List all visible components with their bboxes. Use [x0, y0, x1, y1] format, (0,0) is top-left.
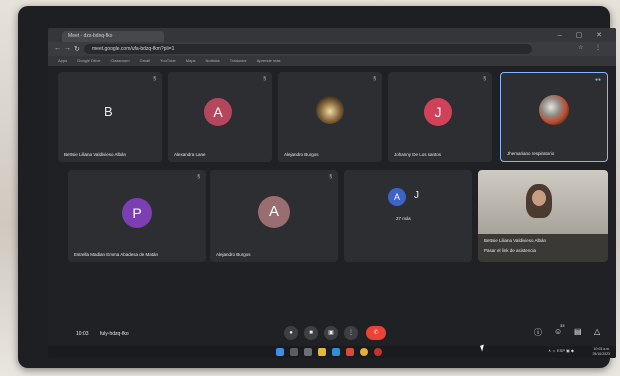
- avatar-letter: B: [104, 104, 113, 119]
- address-bar[interactable]: meet.google.com/ufa-bdzq-fkm?pli=1: [84, 44, 532, 54]
- bookmark-item[interactable]: Noticias: [206, 56, 220, 66]
- others-tile[interactable]: A J 27 más: [344, 170, 472, 262]
- start-icon[interactable]: [276, 348, 284, 356]
- participant-name: Alejandro Burgos: [284, 152, 319, 157]
- reload-icon[interactable]: ↻: [74, 45, 80, 53]
- profile-photo-avatar: [539, 95, 569, 125]
- bookmark-item[interactable]: YouTube: [160, 56, 176, 66]
- avatar: P: [122, 198, 152, 228]
- profile-photo-avatar: [316, 96, 344, 124]
- speaking-indicator-icon: ●●: [594, 77, 601, 83]
- back-icon[interactable]: ←: [54, 45, 61, 52]
- browser-tab-strip: Meet - dzs-bdnq-fko – ▢ ✕: [48, 28, 616, 42]
- muted-mic-icon: §: [153, 76, 156, 82]
- bookmark-item[interactable]: Aprende más: [257, 56, 281, 66]
- muted-mic-icon: §: [329, 174, 332, 180]
- meet-bottom-bar: 10:03 fuly-hdzq-fko ● ■ ▣ ⋮ ✆ ⓘ ☺ 33 ▤ △: [48, 323, 616, 346]
- participant-tile[interactable]: A § Alexandra Lane: [168, 72, 272, 162]
- more-options-button[interactable]: ⋮: [344, 326, 358, 340]
- muted-mic-icon: §: [483, 76, 486, 82]
- search-icon[interactable]: [290, 348, 298, 356]
- present-button[interactable]: ▣: [324, 326, 338, 340]
- office-icon[interactable]: [346, 348, 354, 356]
- activities-icon[interactable]: △: [594, 327, 600, 336]
- camera-button[interactable]: ■: [304, 326, 318, 340]
- avatar: A: [204, 98, 232, 126]
- muted-mic-icon: §: [373, 76, 376, 82]
- avatar-letter: J: [414, 190, 419, 201]
- bookmarks-bar: Apps Google Drive Classroom Gmail YouTub…: [48, 56, 616, 66]
- participant-tile[interactable]: J § Johanny De Los santos: [388, 72, 492, 162]
- chat-message: Pasar el link de asistencia: [484, 248, 537, 253]
- participant-name: Alexandra Lane: [174, 152, 206, 157]
- bookmark-item[interactable]: Traductor: [230, 56, 247, 66]
- info-icon[interactable]: ⓘ: [534, 327, 542, 338]
- camera-video: [478, 170, 608, 234]
- people-icon[interactable]: ☺: [554, 327, 562, 336]
- meeting-code: fuly-hdzq-fko: [100, 331, 129, 337]
- windows-taskbar: ∧ ☼ ESP ▣ ◆ 10:03 a.m. 25/10/2023: [48, 346, 616, 358]
- avatar: J: [424, 98, 452, 126]
- avatar: A: [258, 196, 290, 228]
- bookmark-item[interactable]: Classroom: [110, 56, 129, 66]
- self-video-tile[interactable]: Bettsie Liliana Valdivieso Albán Pasar e…: [478, 170, 608, 262]
- file-explorer-icon[interactable]: [318, 348, 326, 356]
- laptop-screen: Meet - dzs-bdnq-fko – ▢ ✕ ← → ↻ meet.goo…: [48, 28, 616, 358]
- participant-tile[interactable]: § Alejandro Burgos: [278, 72, 382, 162]
- avatar: A: [388, 188, 406, 206]
- participant-name: Bettsie Liliana Valdivieso Albán: [64, 152, 126, 157]
- browser-tab[interactable]: Meet - dzs-bdnq-fko: [62, 31, 164, 42]
- participant-name: Estrella Madian Emma Abadesa de Matán: [74, 252, 159, 257]
- participant-name: Johanny De Los santos: [394, 152, 442, 157]
- muted-mic-icon: §: [263, 76, 266, 82]
- meet-grid: B § Bettsie Liliana Valdivieso Albán A §…: [48, 66, 616, 324]
- bookmark-item[interactable]: Gmail: [140, 56, 150, 66]
- participant-count-badge: 33: [560, 323, 565, 328]
- participant-name: Alejandro Burgos: [216, 252, 251, 257]
- participant-tile-speaking[interactable]: ●● Jhemariano respiratorio: [500, 72, 608, 162]
- end-call-button[interactable]: ✆: [366, 326, 386, 340]
- edge-icon[interactable]: [332, 348, 340, 356]
- person-face: [532, 190, 546, 206]
- system-tray[interactable]: ∧ ☼ ESP ▣ ◆: [548, 348, 574, 353]
- participant-tile[interactable]: A § Alejandro Burgos: [210, 170, 338, 262]
- chrome-icon[interactable]: [360, 348, 368, 356]
- others-count: 27 más: [396, 216, 411, 221]
- taskbar-clock[interactable]: 10:03 a.m. 25/10/2023: [592, 347, 610, 357]
- forward-icon[interactable]: →: [64, 45, 71, 52]
- chat-icon[interactable]: ▤: [574, 327, 582, 336]
- bookmark-item[interactable]: Maps: [186, 56, 196, 66]
- muted-mic-icon: §: [197, 174, 200, 180]
- opera-icon[interactable]: [374, 348, 382, 356]
- browser-toolbar: ← → ↻ meet.google.com/ufa-bdzq-fkm?pli=1…: [48, 42, 616, 56]
- bookmark-item[interactable]: Apps: [58, 56, 67, 66]
- participant-tile[interactable]: P § Estrella Madian Emma Abadesa de Matá…: [68, 170, 206, 262]
- toolbar-icons[interactable]: ☆ ⋮: [578, 44, 606, 51]
- participant-name: Jhemariano respiratorio: [507, 151, 555, 156]
- clock-date: 25/10/2023: [592, 352, 610, 356]
- window-controls[interactable]: – ▢ ✕: [558, 31, 608, 39]
- participant-tile[interactable]: B § Bettsie Liliana Valdivieso Albán: [58, 72, 162, 162]
- meeting-time: 10:03: [76, 331, 89, 337]
- participant-name: Bettsie Liliana Valdivieso Albán: [484, 238, 546, 243]
- laptop-frame: Meet - dzs-bdnq-fko – ▢ ✕ ← → ↻ meet.goo…: [18, 6, 616, 368]
- bookmark-item[interactable]: Google Drive: [77, 56, 100, 66]
- task-view-icon[interactable]: [304, 348, 312, 356]
- microphone-button[interactable]: ●: [284, 326, 298, 340]
